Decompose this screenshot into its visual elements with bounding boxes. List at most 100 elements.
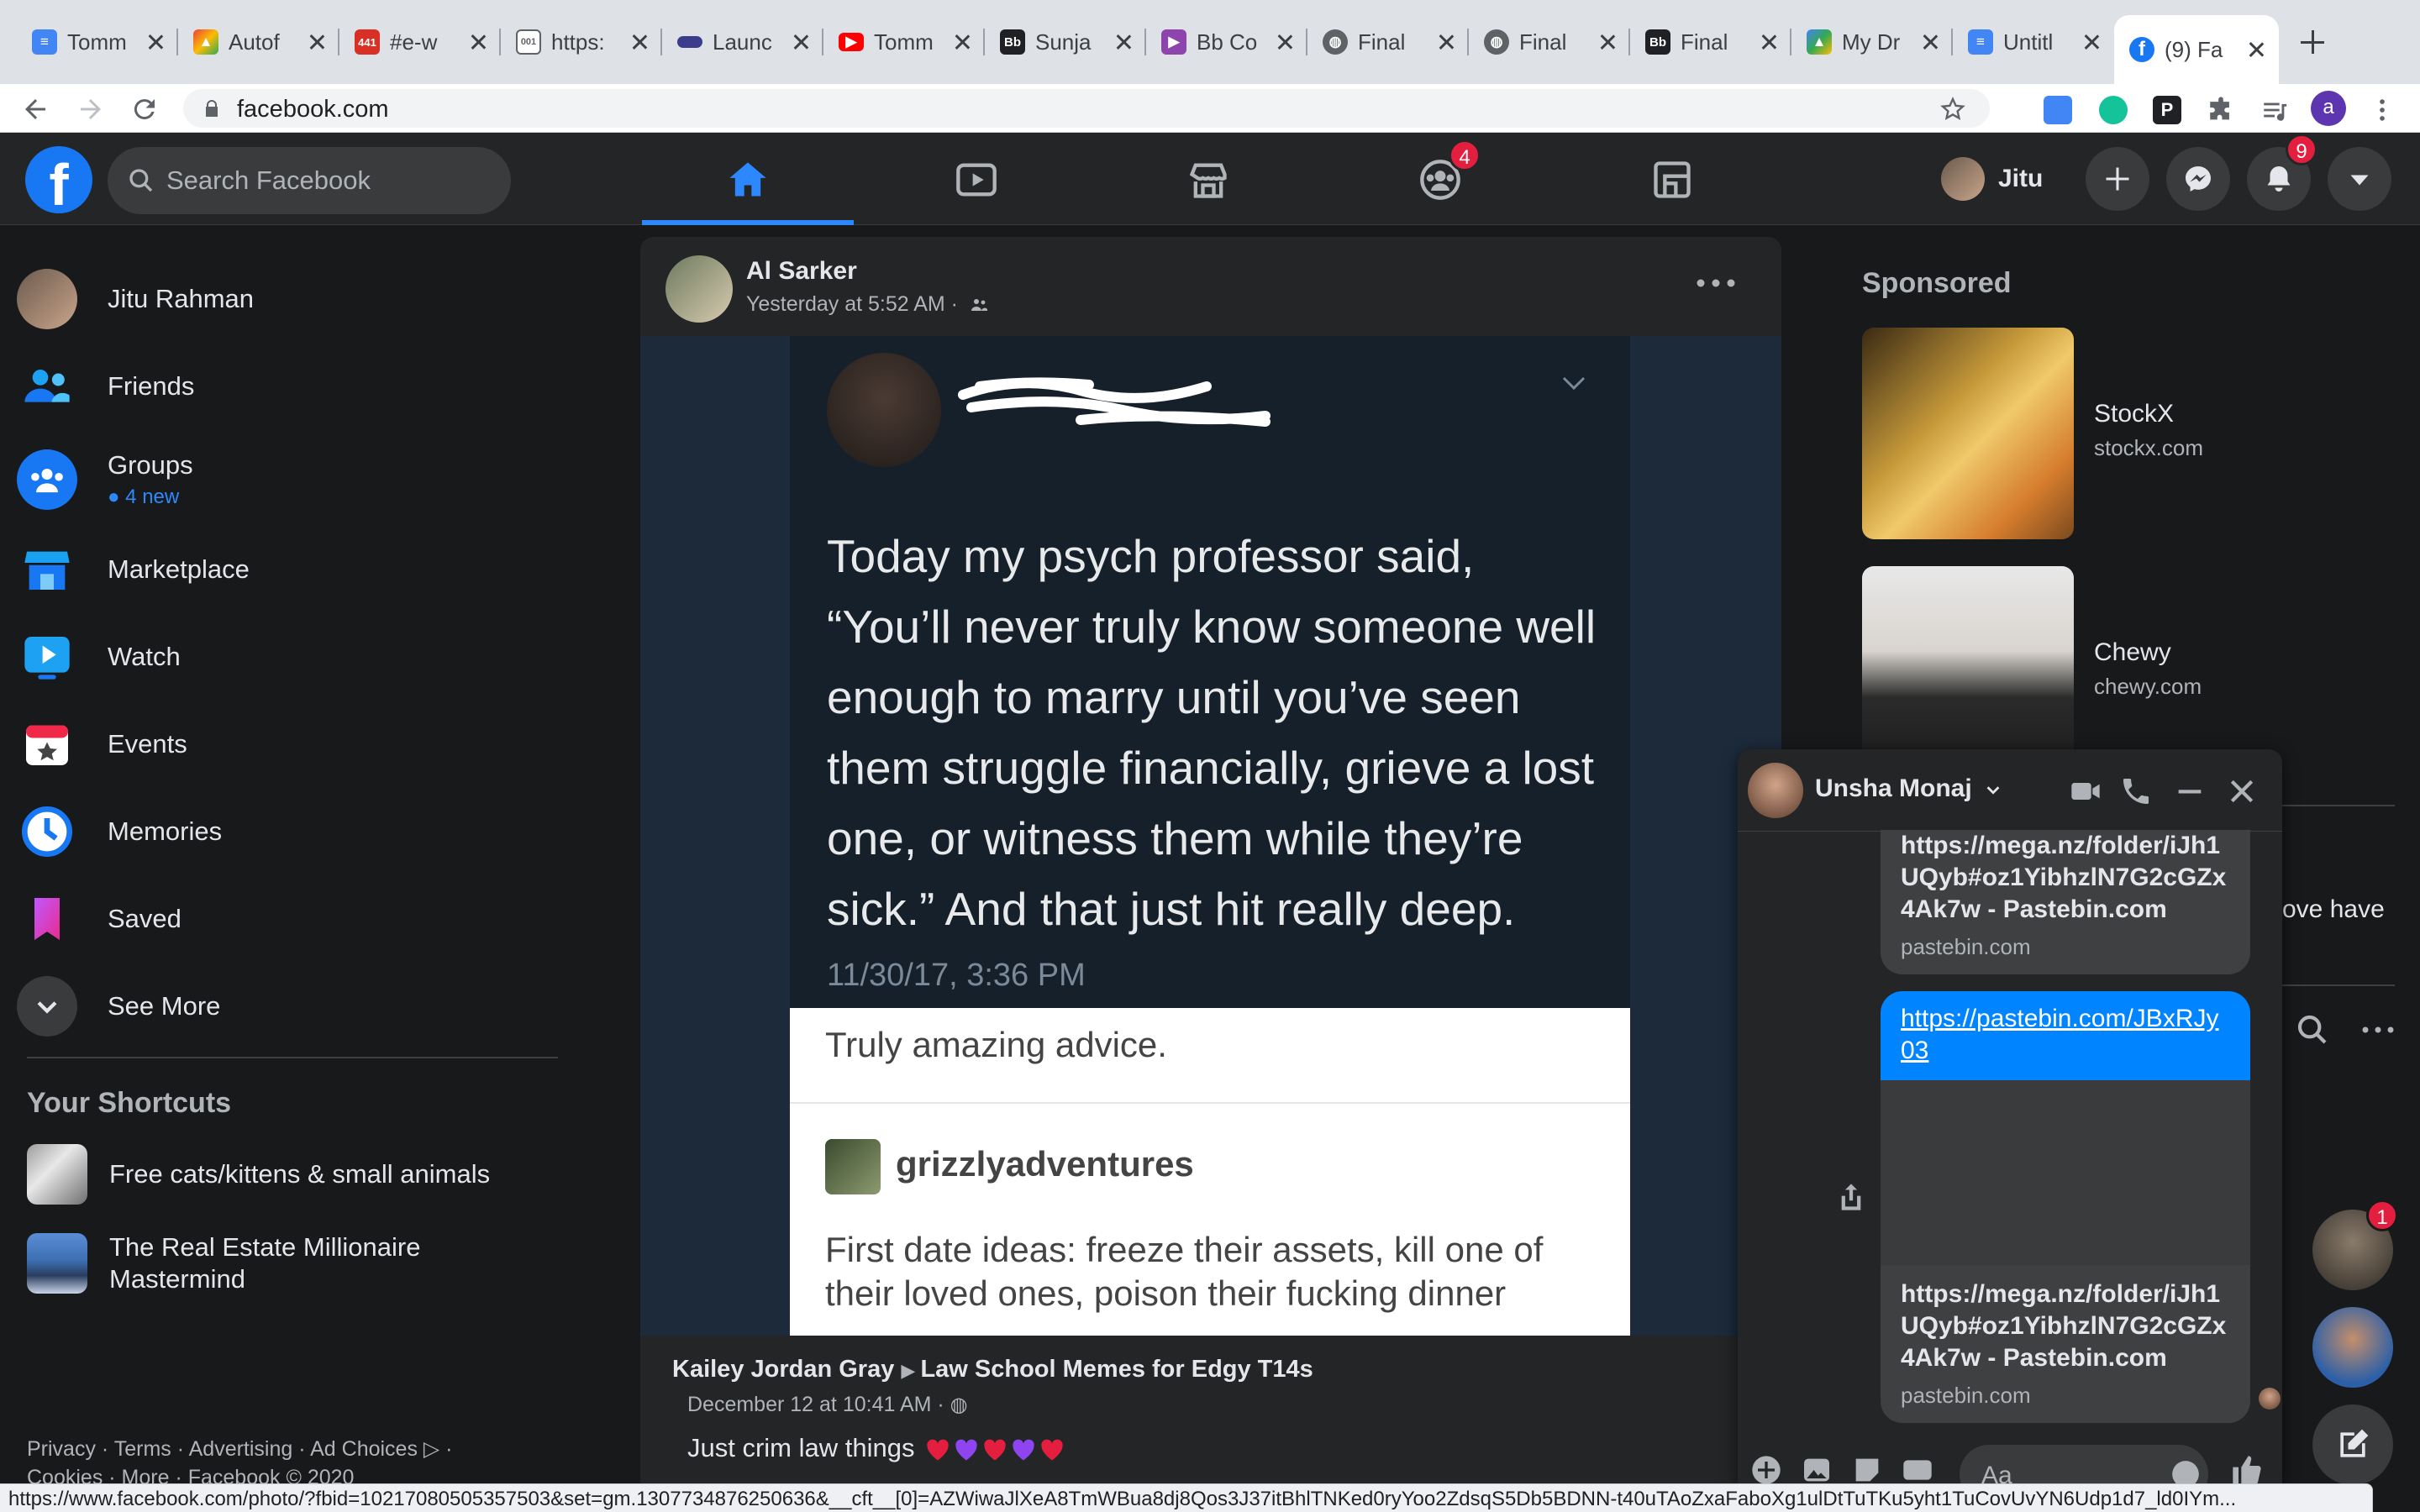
media-queue-icon[interactable]: [2260, 96, 2289, 124]
browser-tab[interactable]: Launc: [662, 15, 823, 69]
chat-head-avatar[interactable]: [2312, 1307, 2393, 1388]
thumbs-up-icon[interactable]: [2230, 1453, 2264, 1487]
message-bubble[interactable]: https://mega.nz/folder/iJh1UQyb#oz1Yibhz…: [1881, 1265, 2250, 1423]
forward-icon[interactable]: [76, 94, 106, 124]
avatar[interactable]: [1748, 763, 1803, 818]
facebook-logo-icon[interactable]: f: [25, 146, 92, 218]
close-icon[interactable]: [1597, 31, 1618, 53]
tab-marketplace[interactable]: [1102, 133, 1314, 225]
sidebar-item-marketplace[interactable]: Marketplace: [17, 529, 571, 610]
sponsored-ad[interactable]: Chewy chewy.com: [1862, 566, 2383, 778]
shortcut-item[interactable]: Free cats/kittens & small animals: [27, 1144, 565, 1205]
close-icon[interactable]: [306, 31, 328, 53]
message-link[interactable]: https://pastebin.com/JBxRJy03: [1881, 991, 2250, 1080]
next-post-header[interactable]: Kailey Jordan Gray ▶ Law School Memes fo…: [672, 1356, 1313, 1383]
sidebar-item-friends[interactable]: Friends: [17, 346, 571, 427]
grammarly-extension-icon[interactable]: [2099, 96, 2128, 124]
close-icon[interactable]: [467, 31, 489, 53]
more-options-icon[interactable]: [2360, 1023, 2396, 1037]
browser-tab-active[interactable]: f (9) Fa: [2114, 15, 2279, 84]
sidebar-item-profile[interactable]: Jitu Rahman: [17, 259, 571, 339]
account-menu-button[interactable]: [2328, 147, 2391, 211]
browser-tab[interactable]: Bb Sunja: [985, 15, 1146, 69]
post-author[interactable]: Al Sarker: [746, 257, 857, 286]
close-icon[interactable]: [1919, 31, 1941, 53]
browser-tab[interactable]: 001 https:: [501, 15, 662, 69]
create-button[interactable]: [2086, 147, 2149, 211]
sidebar-item-see-more[interactable]: See More: [17, 966, 571, 1047]
sidebar-item-events[interactable]: Events: [17, 704, 571, 785]
next-post-timestamp[interactable]: December 12 at 10:41 AM · ◍: [687, 1393, 968, 1417]
post-photo[interactable]: Today my psych professor said, “You’ll n…: [640, 336, 1781, 1336]
photo-icon[interactable]: [1800, 1453, 1833, 1487]
back-icon[interactable]: [20, 94, 50, 124]
browser-tab[interactable]: ≡ Tomm: [17, 15, 178, 69]
tab-home[interactable]: [642, 133, 854, 225]
browser-tab[interactable]: ◍ Final: [1469, 15, 1630, 69]
address-bar[interactable]: facebook.com: [183, 89, 1990, 128]
close-icon[interactable]: [1435, 31, 1457, 53]
close-icon[interactable]: [790, 31, 812, 53]
minimize-icon[interactable]: [2173, 774, 2207, 808]
browser-tab[interactable]: ▶ Bb Co: [1146, 15, 1307, 69]
message-bubble[interactable]: https://mega.nz/folder/iJh1UQyb#oz1Yibhz…: [1881, 830, 2250, 974]
close-icon[interactable]: [2225, 774, 2259, 808]
browser-tab[interactable]: ▶ Tomm: [823, 15, 985, 69]
close-icon[interactable]: [1274, 31, 1296, 53]
close-icon[interactable]: [1113, 31, 1134, 53]
browser-tab[interactable]: Bb Final: [1630, 15, 1791, 69]
avatar[interactable]: [666, 255, 733, 323]
message-input[interactable]: Aa: [1960, 1445, 2208, 1487]
plus-circle-icon[interactable]: [1749, 1453, 1783, 1487]
translate-extension-icon[interactable]: [2044, 96, 2072, 124]
close-icon[interactable]: [2081, 31, 2102, 53]
browser-tab[interactable]: ≡ Untitl: [1953, 15, 2114, 69]
notifications-button[interactable]: 9: [2247, 134, 2317, 211]
chat-contact-name[interactable]: Unsha Monaj: [1815, 774, 2002, 803]
browser-tab[interactable]: ◍ Final: [1307, 15, 1469, 69]
sticker-icon[interactable]: [1850, 1453, 1884, 1487]
share-icon[interactable]: [1837, 1181, 1865, 1213]
video-call-icon[interactable]: [2069, 774, 2102, 808]
phone-call-icon[interactable]: [2119, 774, 2153, 808]
emoji-icon[interactable]: [2170, 1458, 2202, 1487]
more-options-icon[interactable]: [1691, 270, 1741, 296]
gif-icon[interactable]: [1901, 1453, 1934, 1487]
tab-gaming[interactable]: [1566, 133, 1778, 225]
chrome-menu-icon[interactable]: [2368, 96, 2396, 124]
p-extension-icon[interactable]: P: [2153, 96, 2181, 124]
marketplace-icon: [17, 539, 77, 600]
tab-groups[interactable]: 4: [1334, 133, 1546, 225]
next-post-author[interactable]: Kailey Jordan Gray: [672, 1356, 894, 1383]
close-icon[interactable]: [2245, 39, 2267, 60]
close-icon[interactable]: [1758, 31, 1780, 53]
close-icon[interactable]: [629, 31, 650, 53]
close-icon[interactable]: [145, 31, 166, 53]
new-message-button[interactable]: [2312, 1404, 2393, 1485]
profile-button[interactable]: Jitu: [1941, 150, 2043, 208]
search-input[interactable]: Search Facebook: [108, 147, 511, 214]
sidebar-item-memories[interactable]: Memories: [17, 791, 571, 872]
browser-tab[interactable]: 441 #e-w: [339, 15, 501, 69]
next-post-group[interactable]: Law School Memes for Edgy T14s: [920, 1356, 1313, 1383]
search-icon[interactable]: [2296, 1013, 2329, 1047]
sponsored-ad[interactable]: StockX stockx.com: [1862, 328, 2383, 539]
reload-icon[interactable]: [129, 94, 160, 124]
sidebar-item-saved[interactable]: Saved: [17, 879, 571, 959]
chrome-profile-avatar[interactable]: a: [2311, 91, 2346, 126]
shortcut-item[interactable]: The Real Estate Millionaire Mastermind: [27, 1231, 565, 1295]
browser-tab[interactable]: ▲ Autof: [178, 15, 339, 69]
bookmark-star-icon[interactable]: [1939, 96, 1966, 123]
search-icon: [129, 169, 153, 192]
browser-tab[interactable]: ▲ My Dr: [1791, 15, 1953, 69]
tab-watch[interactable]: [871, 133, 1082, 225]
link-preview-image[interactable]: [1881, 1080, 2250, 1265]
post-timestamp[interactable]: Yesterday at 5:52 AM ·: [746, 292, 989, 317]
new-tab-button[interactable]: [2294, 24, 2331, 60]
sidebar-item-watch[interactable]: Watch: [17, 617, 571, 697]
close-icon[interactable]: [951, 31, 973, 53]
messenger-button[interactable]: [2166, 147, 2230, 211]
sidebar-item-groups[interactable]: Groups ● 4 new: [17, 433, 571, 526]
chat-head-avatar[interactable]: 1: [2312, 1200, 2398, 1290]
extensions-puzzle-icon[interactable]: [2207, 96, 2235, 124]
